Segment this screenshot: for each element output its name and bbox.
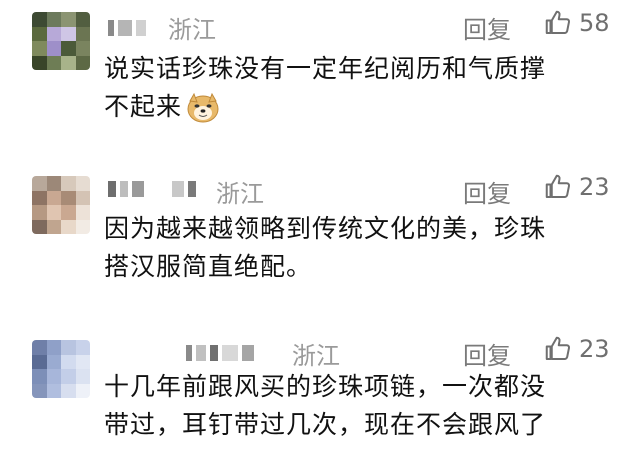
username-masked (186, 342, 258, 364)
thumbs-up-icon (545, 10, 571, 34)
comment-text-line: 说实话珍珠没有一定年纪阅历和气质撑 (104, 54, 547, 83)
comment-location: 浙江 (216, 180, 264, 208)
like-button[interactable]: 23 (543, 334, 610, 364)
comment-item: 浙江 回复 23 十几年前跟风买的珍珠项链，一次都没 带过，耳钉带过几次，现在不… (0, 320, 640, 470)
comment-text-line: 不起来 (104, 92, 183, 121)
like-count: 58 (579, 9, 610, 37)
like-count: 23 (579, 173, 610, 201)
thumbs-up-icon (545, 174, 571, 198)
reply-button[interactable]: 回复 (463, 10, 511, 45)
comment-item: 浙江 回复 58 说实话珍珠没有一定年纪阅历和气质撑 不起来 (0, 0, 640, 150)
comment-text-line: 十几年前跟风买的珍珠项链，一次都没 (104, 372, 547, 401)
avatar[interactable] (32, 12, 90, 70)
comment-text-line: 带过，耳钉带过几次，现在不会跟风了 (104, 410, 547, 439)
comment-item: 浙江 回复 23 因为越来越领略到传统文化的美，珍珠 搭汉服简直绝配。 (0, 158, 640, 308)
avatar[interactable] (32, 340, 90, 398)
doge-emoji-icon (187, 93, 219, 123)
avatar[interactable] (32, 176, 90, 234)
thumbs-up-icon (545, 336, 571, 360)
comment-text-line: 因为越来越领略到传统文化的美，珍珠 (104, 214, 547, 243)
comment-location: 浙江 (292, 342, 340, 370)
like-count: 23 (579, 335, 610, 363)
reply-button[interactable]: 回复 (463, 174, 511, 209)
like-button[interactable]: 58 (543, 8, 610, 38)
comment-text: 说实话珍珠没有一定年纪阅历和气质撑 不起来 (104, 50, 614, 126)
comment-text-line-last: 不起来 (104, 88, 614, 126)
comment-location: 浙江 (168, 16, 216, 44)
username-masked (108, 17, 150, 39)
comment-text: 十几年前跟风买的珍珠项链，一次都没 带过，耳钉带过几次，现在不会跟风了 (104, 368, 614, 444)
comment-text-line: 搭汉服简直绝配。 (104, 252, 313, 281)
like-button[interactable]: 23 (543, 172, 610, 202)
comment-text: 因为越来越领略到传统文化的美，珍珠 搭汉服简直绝配。 (104, 210, 614, 286)
username-masked (108, 178, 200, 200)
reply-button[interactable]: 回复 (463, 336, 511, 371)
